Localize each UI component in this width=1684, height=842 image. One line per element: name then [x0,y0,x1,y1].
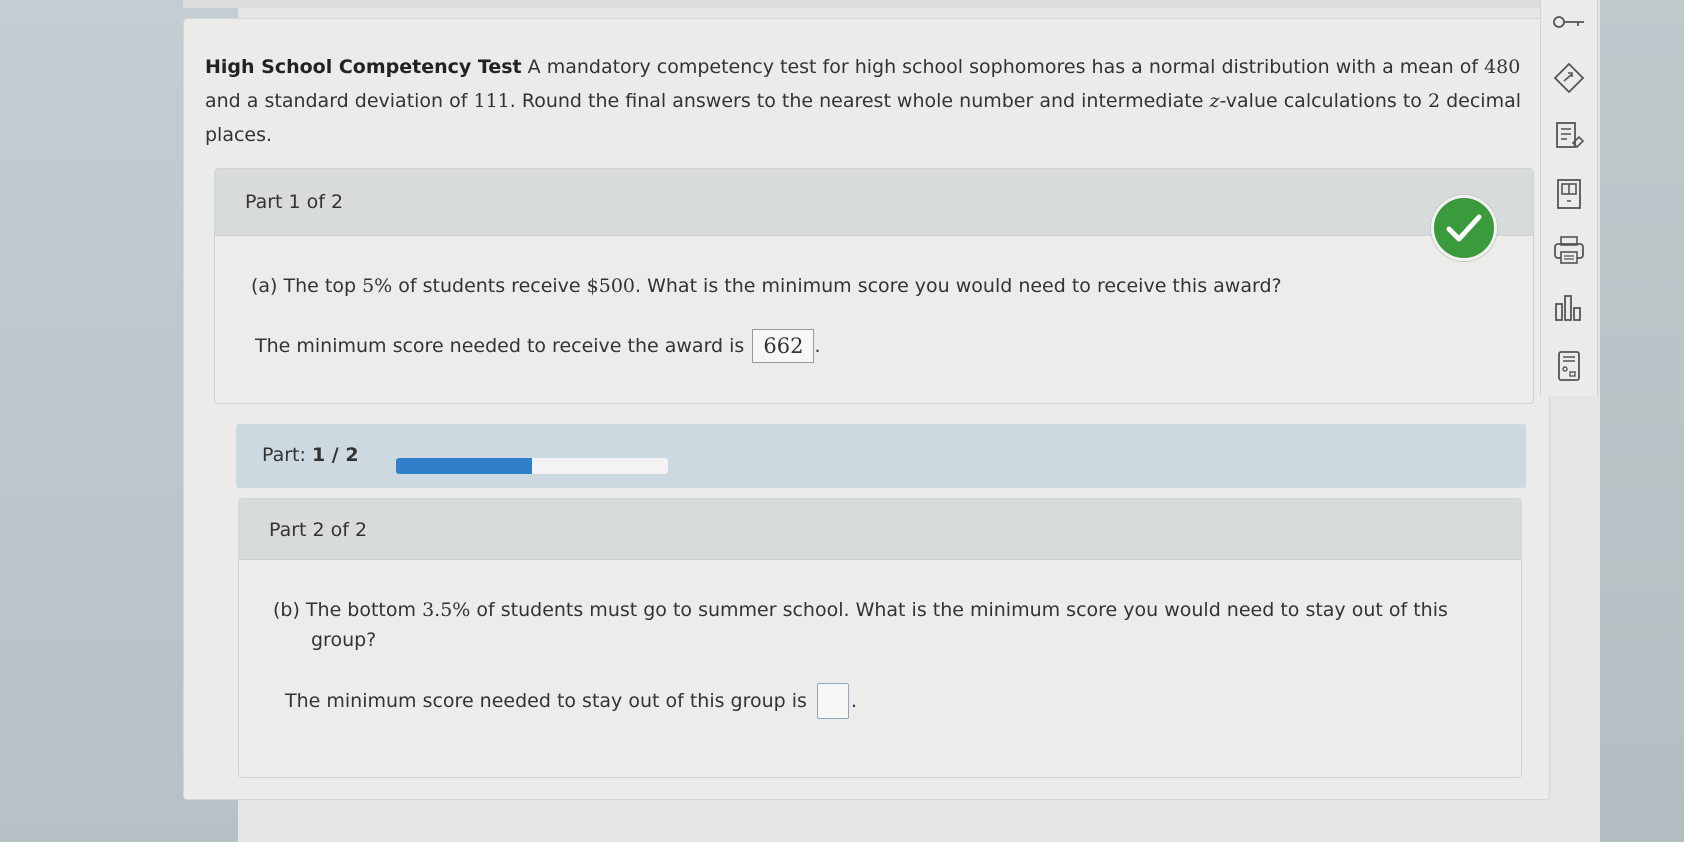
problem-title: High School Competency Test [205,56,522,78]
amount-value: $500 [586,275,636,297]
progress-label-text: Part: [262,444,306,466]
key-icon[interactable] [1549,2,1589,42]
part-1-panel: Part 1 of 2 (a) The top 5% of students r… [214,168,1534,404]
correct-check-icon [1431,195,1497,261]
part-progress: Part: 1 / 2 [236,424,1526,488]
intro-text: A mandatory competency test for high sch… [521,56,1485,78]
side-toolbar [1540,0,1598,396]
sd-value: 111 [473,90,510,112]
part-2-header: Part 2 of 2 [239,499,1521,560]
tag-icon[interactable] [1549,58,1589,98]
intro-text: . Round the final answers to the nearest… [509,90,1210,112]
part-2-title: Part 2 of 2 [269,519,368,541]
question-text: of students receive [392,275,587,297]
progress-bar [396,458,668,474]
question-text: group? [311,629,377,651]
part-2-question: (b) The bottom 3.5% of students must go … [273,595,1493,655]
progress-label: Part: 1 / 2 [262,444,359,466]
part-1-header: Part 1 of 2 [215,169,1533,236]
part-1-title: Part 1 of 2 [245,191,344,213]
problem-statement: High School Competency Test A mandatory … [205,50,1550,152]
background-right [1600,0,1684,842]
question-text: of students must go to summer school. Wh… [470,599,1448,621]
answer-label: The minimum score needed to stay out of … [285,690,807,712]
decimals-value: 2 [1427,90,1441,112]
part-2-panel: Part 2 of 2 (b) The bottom 3.5% of stude… [238,498,1522,778]
notes-icon[interactable] [1549,116,1589,156]
answer-input[interactable]: 662 [752,329,815,363]
mean-value: 480 [1484,56,1521,78]
z-variable: z [1209,90,1220,112]
question-text: (b) The bottom [273,599,423,621]
intro-text: -value calculations to [1219,90,1428,112]
question-text: . What is the minimum score you would ne… [635,275,1282,297]
top-strip [183,0,1548,8]
part-1-answer-line: The minimum score needed to receive the … [255,329,820,363]
part-1-question: (a) The top 5% of students receive $500.… [251,271,1282,301]
answer-input[interactable] [816,683,849,719]
part-2-answer-line: The minimum score needed to stay out of … [285,683,857,719]
answer-period: . [850,690,857,712]
stats-icon[interactable] [1549,288,1589,328]
answer-period: . [814,335,821,357]
question-text: (a) The top [251,275,363,297]
intro-text: and a standard deviation of [205,90,474,112]
percent-value: 5% [362,275,393,297]
answer-label: The minimum score needed to receive the … [255,335,745,357]
percent-value: 3.5% [422,599,471,621]
progress-fill [396,458,532,474]
progress-value: 1 / 2 [311,444,359,466]
print-icon[interactable] [1549,230,1589,270]
ebook-icon[interactable] [1549,174,1589,214]
calculator-icon[interactable] [1549,346,1589,386]
